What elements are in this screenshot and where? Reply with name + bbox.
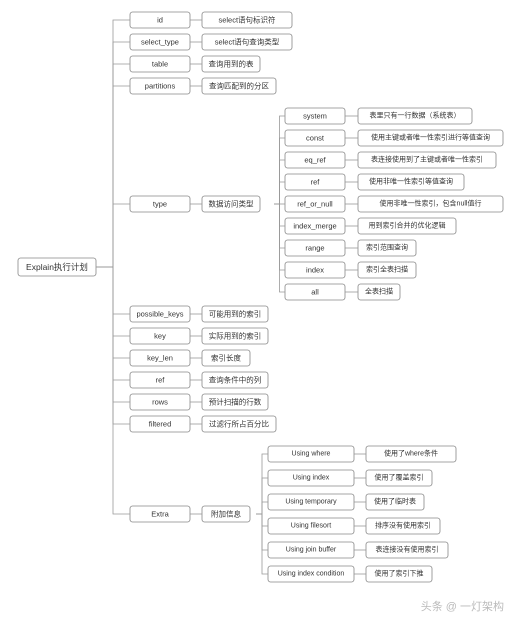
type-index-label: index bbox=[306, 266, 324, 275]
type-ref_or_null-label: ref_or_null bbox=[297, 200, 333, 209]
type-ref-desc-label: 使用非唯一性索引等值查询 bbox=[369, 177, 453, 186]
root-label: Explain执行计划 bbox=[26, 262, 88, 272]
type-eq_ref-label: eq_ref bbox=[304, 156, 326, 165]
type-range-desc-label: 索引范围查询 bbox=[366, 243, 408, 252]
col-partitions-label: partitions bbox=[145, 82, 176, 91]
type-const-desc-label: 使用主键或者唯一性索引进行等值查询 bbox=[371, 133, 490, 142]
type-eq_ref-desc-label: 表连接使用到了主键或者唯一性索引 bbox=[371, 155, 483, 164]
type-system-label: system bbox=[303, 112, 327, 121]
type-system-desc-label: 表里只有一行数据（系统表） bbox=[370, 111, 461, 120]
extra-4-desc-label: 表连接没有使用索引 bbox=[376, 545, 439, 554]
col-key-label: key bbox=[154, 332, 166, 341]
type-ref-label: ref bbox=[311, 178, 321, 187]
col-key_len-desc-label: 索引长度 bbox=[211, 353, 241, 363]
col-type-label: type bbox=[153, 200, 167, 209]
col-partitions-desc-label: 查询匹配到的分区 bbox=[209, 81, 269, 91]
col-select_type-label: select_type bbox=[141, 38, 179, 47]
extra-0-desc-label: 使用了where条件 bbox=[384, 449, 438, 458]
connector bbox=[256, 502, 268, 514]
type-index_merge-desc-label: 用到索引合并的优化逻辑 bbox=[369, 221, 446, 230]
extra-0-label: Using where bbox=[292, 451, 331, 458]
extra-2-label: Using temporary bbox=[285, 499, 337, 506]
watermark: 头条 @ 一灯架构 bbox=[421, 599, 504, 613]
type-ref_or_null-desc-label: 使用非唯一性索引，包含null值行 bbox=[380, 199, 482, 208]
type-all-label: all bbox=[311, 288, 319, 297]
col-filtered-desc-label: 过滤行所占百分比 bbox=[209, 419, 269, 429]
type-index-desc-label: 索引全表扫描 bbox=[366, 265, 408, 274]
col-ref-desc-label: 查询条件中的列 bbox=[209, 375, 262, 385]
connector bbox=[256, 514, 268, 574]
extra-4-label: Using join buffer bbox=[286, 547, 337, 554]
extra-3-label: Using filesort bbox=[291, 523, 332, 530]
type-range-label: range bbox=[305, 244, 324, 253]
col-table-desc-label: 查询用到的表 bbox=[209, 59, 254, 69]
connector bbox=[96, 204, 130, 267]
connector bbox=[96, 267, 130, 514]
extra-5-label: Using index condition bbox=[278, 571, 345, 578]
col-table-label: table bbox=[152, 60, 168, 69]
type-all-desc-label: 全表扫描 bbox=[365, 287, 393, 296]
extra-2-desc-label: 使用了临时表 bbox=[374, 497, 416, 506]
col-rows-desc-label: 预计扫描的行数 bbox=[209, 397, 262, 407]
col-filtered-label: filtered bbox=[149, 420, 172, 429]
col-id-desc-label: select语句标识符 bbox=[218, 15, 276, 25]
type-const-label: const bbox=[306, 134, 325, 143]
type-index_merge-label: index_merge bbox=[293, 222, 336, 231]
connector bbox=[274, 182, 285, 204]
extra-1-label: Using index bbox=[293, 475, 330, 482]
col-ref-label: ref bbox=[156, 376, 166, 385]
col-key_len-label: key_len bbox=[147, 354, 173, 363]
col-type-desc-label: 数据访问类型 bbox=[209, 199, 254, 209]
col-key-desc-label: 实际用到的索引 bbox=[209, 331, 262, 341]
col-possible_keys-label: possible_keys bbox=[136, 310, 183, 319]
col-Extra-desc-label: 附加信息 bbox=[211, 509, 241, 519]
col-rows-label: rows bbox=[152, 398, 168, 407]
col-id-label: id bbox=[157, 16, 163, 25]
extra-1-desc-label: 使用了覆盖索引 bbox=[375, 473, 424, 482]
extra-3-desc-label: 排序没有使用索引 bbox=[375, 521, 431, 530]
extra-5-desc-label: 使用了索引下推 bbox=[375, 569, 424, 578]
col-Extra-label: Extra bbox=[151, 510, 169, 519]
col-select_type-desc-label: select语句查询类型 bbox=[215, 37, 280, 47]
col-possible_keys-desc-label: 可能用到的索引 bbox=[209, 309, 262, 319]
